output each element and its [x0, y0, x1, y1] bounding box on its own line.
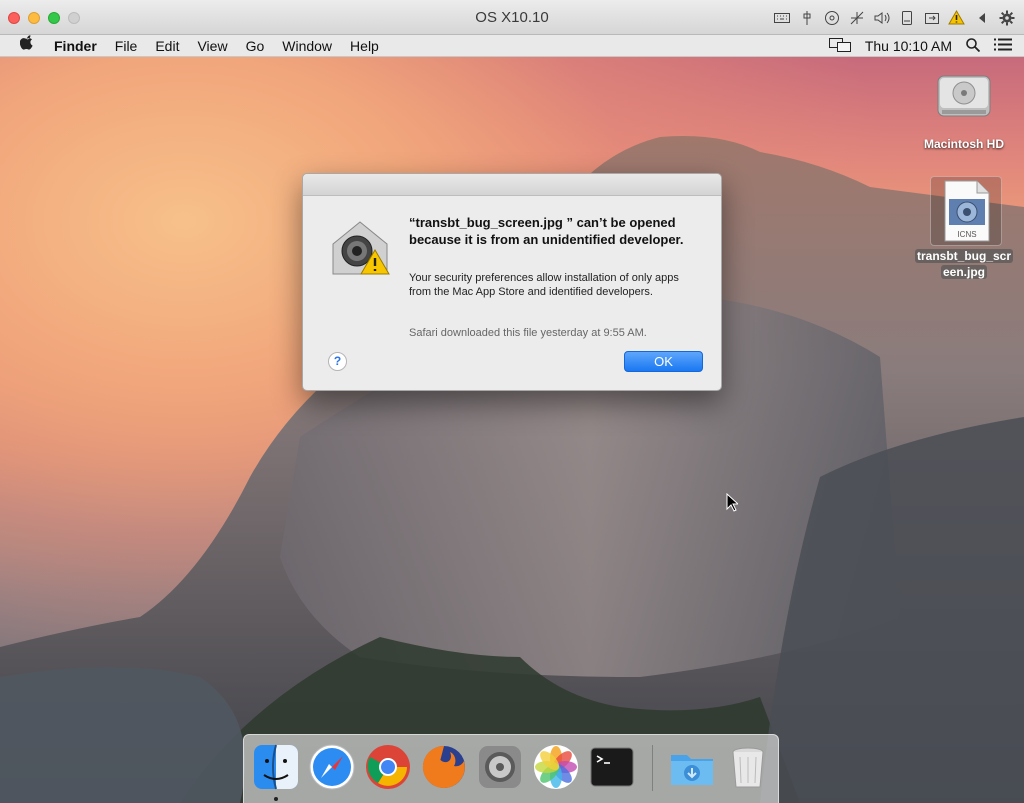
dock-terminal-icon[interactable]: [588, 743, 636, 791]
dialog-download-note: Safari downloaded this file yesterday at…: [409, 327, 647, 339]
dock-system-preferences-icon[interactable]: [476, 743, 524, 791]
ok-button[interactable]: OK: [624, 351, 703, 372]
display-mirroring-icon[interactable]: [828, 37, 851, 55]
menu-file[interactable]: File: [106, 35, 147, 57]
usb-icon[interactable]: [797, 8, 816, 27]
dock-photos-icon[interactable]: [532, 743, 580, 791]
shared-folder-icon[interactable]: [922, 8, 941, 27]
notification-center-icon[interactable]: [994, 38, 1012, 54]
document-icon: ICNS: [944, 180, 990, 242]
warning-icon[interactable]: [947, 8, 966, 27]
help-button[interactable]: ?: [328, 352, 347, 371]
menu-help[interactable]: Help: [341, 35, 388, 57]
vm-titlebar: OS X10.10: [0, 0, 1024, 35]
menu-clock[interactable]: Thu 10:10 AM: [865, 38, 952, 54]
cd-icon[interactable]: [822, 8, 841, 27]
dock-separator: [652, 745, 653, 791]
dock-downloads-folder-icon[interactable]: [668, 743, 716, 791]
menu-bar: Finder File Edit View Go Window Help Thu…: [0, 34, 1024, 57]
file-label[interactable]: transbt_bug_scr een.jpg: [912, 248, 1016, 280]
device-icon[interactable]: [897, 8, 916, 27]
hard-drive-icon[interactable]: [934, 66, 994, 126]
menu-finder[interactable]: Finder: [45, 35, 106, 57]
menu-window[interactable]: Window: [273, 35, 341, 57]
menu-extras: Thu 10:10 AM: [828, 35, 1012, 57]
dock-chrome-icon[interactable]: [364, 743, 412, 791]
finder-running-indicator: [274, 797, 278, 801]
security-warning-icon: [332, 221, 390, 275]
sound-icon[interactable]: [872, 8, 891, 27]
file-label-line1: transbt_bug_scr: [914, 249, 1014, 263]
wallpaper-mountain: [0, 136, 1024, 803]
dialog-titlebar: [303, 174, 721, 196]
keyboard-icon[interactable]: [772, 8, 791, 27]
file-label-line2: een.jpg: [940, 265, 987, 279]
network-icon[interactable]: [847, 8, 866, 27]
file-type-tag: ICNS: [957, 230, 976, 239]
menu-view[interactable]: View: [188, 35, 236, 57]
mouse-cursor-icon: [726, 493, 738, 512]
dock-finder-icon[interactable]: [252, 743, 300, 791]
left-arrow-icon[interactable]: [972, 8, 991, 27]
gatekeeper-alert-dialog: “transbt_bug_screen.jpg ” can’t be opene…: [302, 173, 722, 391]
dialog-message: Your security preferences allow installa…: [409, 272, 679, 298]
dock-firefox-icon[interactable]: [420, 743, 468, 791]
hard-drive-label[interactable]: Macintosh HD: [912, 137, 1016, 151]
menu-edit[interactable]: Edit: [146, 35, 188, 57]
dock: [243, 734, 779, 803]
vm-toolbar: [772, 8, 1016, 27]
apple-menu-icon[interactable]: [0, 34, 45, 57]
desktop: Macintosh HD ICNS transbt_bug_scr een.jp…: [0, 57, 1024, 803]
settings-gear-icon[interactable]: [997, 8, 1016, 27]
menu-go[interactable]: Go: [237, 35, 274, 57]
dialog-title: “transbt_bug_screen.jpg ” can’t be opene…: [409, 215, 684, 247]
dock-safari-icon[interactable]: [308, 743, 356, 791]
spotlight-search-icon[interactable]: [966, 37, 981, 55]
file-icon-selection[interactable]: ICNS: [930, 176, 1002, 246]
dock-trash-icon[interactable]: [724, 743, 772, 791]
